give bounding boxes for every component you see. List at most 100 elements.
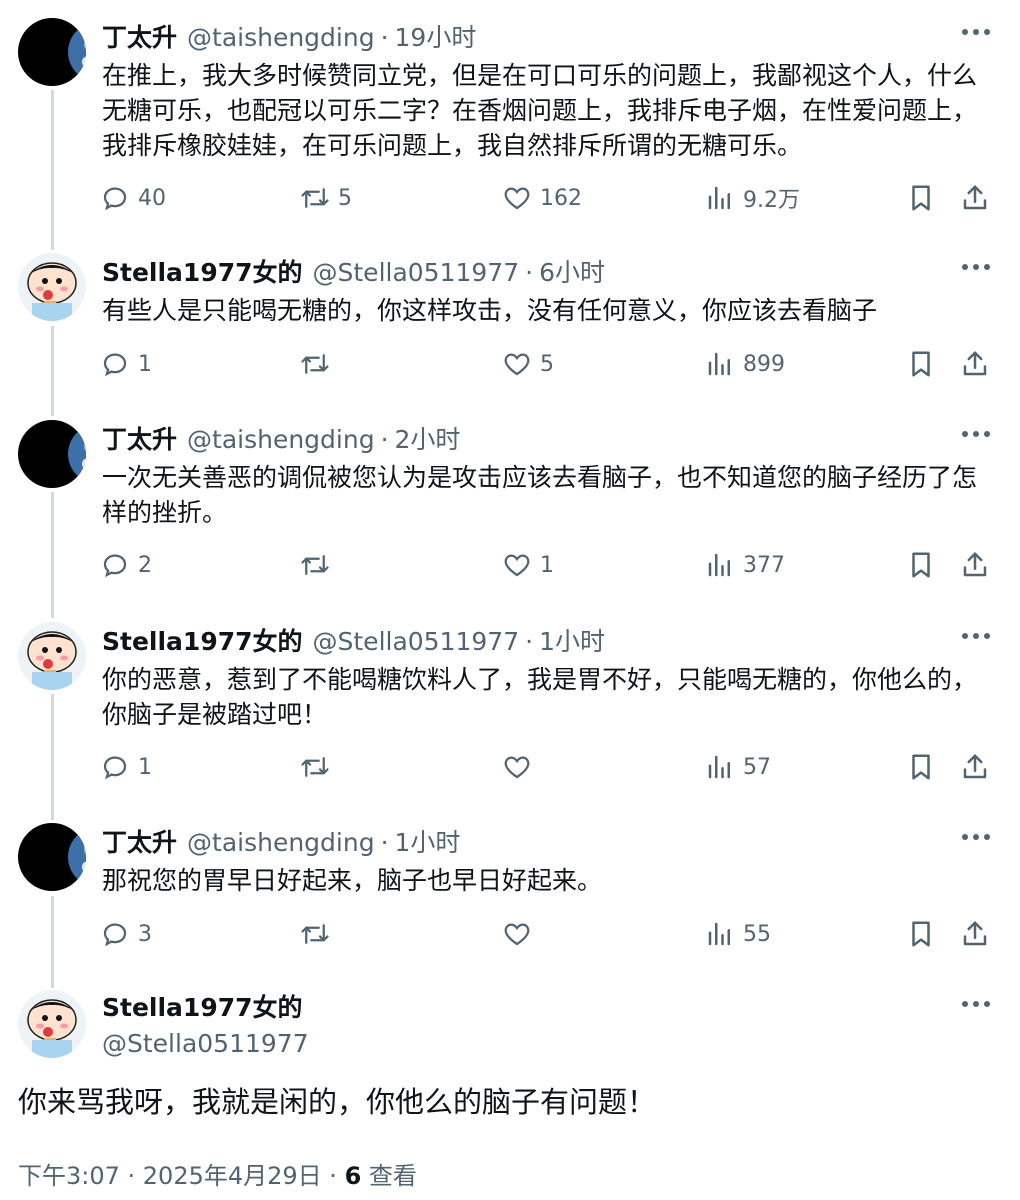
bookmark-button[interactable] (906, 545, 936, 585)
like-button[interactable] (502, 914, 540, 954)
retweet-icon (301, 188, 329, 208)
separator-dot: · (380, 425, 389, 454)
views-count: 57 (743, 754, 771, 780)
retweet-button[interactable] (300, 747, 338, 787)
author-handle[interactable]: @taishengding (187, 23, 375, 52)
views-count: 55 (743, 921, 771, 947)
author-name[interactable]: 丁太升 (102, 420, 177, 456)
reply-button[interactable]: 2 (100, 545, 152, 585)
like-button[interactable]: 162 (502, 178, 582, 218)
tweet[interactable]: 丁太升 @taishengding · 1小时 那祝您的胃早日好起来，脑子也早日… (0, 823, 1020, 963)
share-icon (963, 552, 987, 577)
more-icon[interactable] (962, 833, 990, 841)
tweet-text: 你的恶意，惹到了不能喝糖饮料人了，我是胃不好，只能喝无糖的，你他么的，你脑子是被… (102, 665, 978, 729)
avatar[interactable] (18, 253, 86, 321)
main-tweet: Stella1977女的 @Stella0511977 你来骂我呀，我就是闲的，… (0, 990, 1020, 1200)
tweet[interactable]: 丁太升 @taishengding · 19小时 在推上，我大多时候赞同立党，但… (0, 18, 1020, 218)
share-button[interactable] (960, 914, 990, 954)
share-icon (963, 351, 987, 376)
avatar[interactable] (18, 622, 86, 690)
bookmark-button[interactable] (906, 914, 936, 954)
bookmark-icon (912, 185, 930, 211)
share-button[interactable] (960, 545, 990, 585)
tweet-time[interactable]: 6小时 (539, 253, 605, 289)
author-handle[interactable]: @Stella0511977 (313, 258, 520, 287)
views-button[interactable]: 899 (705, 344, 785, 384)
retweet-icon (301, 354, 329, 374)
like-button[interactable] (502, 747, 540, 787)
author-handle[interactable]: @Stella0511977 (102, 1026, 309, 1062)
view-label: 查看 (361, 1162, 417, 1190)
reply-icon (103, 756, 127, 780)
view-count: 6 (344, 1162, 362, 1190)
more-icon[interactable] (962, 632, 990, 640)
author-handle[interactable]: @taishengding (187, 828, 375, 857)
reply-button[interactable]: 1 (100, 747, 152, 787)
like-icon (504, 756, 530, 779)
author-name[interactable]: Stella1977女的 (102, 253, 303, 289)
retweet-icon (301, 555, 329, 575)
author-name[interactable]: 丁太升 (102, 18, 177, 54)
bookmark-icon (912, 552, 930, 578)
reply-icon (103, 923, 127, 947)
retweet-icon (301, 757, 329, 777)
retweet-button[interactable]: 5 (300, 178, 352, 218)
share-button[interactable] (960, 747, 990, 787)
views-button[interactable]: 9.2万 (705, 178, 800, 218)
separator-dot: · (380, 23, 389, 52)
like-icon (504, 187, 530, 210)
like-icon (504, 353, 530, 376)
bookmark-button[interactable] (906, 178, 936, 218)
retweet-button[interactable] (300, 344, 338, 384)
tweet-time[interactable]: 1小时 (395, 823, 461, 859)
more-icon[interactable] (962, 1000, 990, 1008)
tweet[interactable]: 丁太升 @taishengding · 2小时 一次无关善恶的调侃被您认为是攻击… (0, 420, 1020, 600)
share-button[interactable] (960, 178, 990, 218)
tweet[interactable]: Stella1977女的 @Stella0511977 · 1小时 你的恶意，惹… (0, 622, 1020, 802)
like-icon (504, 554, 530, 577)
views-button[interactable]: 55 (705, 914, 771, 954)
reply-button[interactable]: 3 (100, 914, 152, 954)
author-name[interactable]: 丁太升 (102, 823, 177, 859)
author-name[interactable]: Stella1977女的 (102, 990, 309, 1026)
reply-button[interactable]: 40 (100, 178, 166, 218)
more-icon[interactable] (962, 263, 990, 271)
tweet-time[interactable]: 19小时 (395, 18, 477, 54)
author-handle[interactable]: @Stella0511977 (313, 627, 520, 656)
tweet-header: 丁太升 @taishengding · 2小时 (102, 420, 460, 456)
tweet-actions: 40 5 162 9.2万 (100, 178, 992, 218)
tweet-time[interactable]: 1小时 (539, 622, 605, 658)
avatar[interactable] (18, 990, 86, 1058)
avatar[interactable] (18, 823, 86, 891)
reply-count: 1 (138, 351, 152, 377)
like-button[interactable]: 5 (502, 344, 554, 384)
author-name[interactable]: Stella1977女的 (102, 622, 303, 658)
tweet-actions: 1 57 (100, 747, 992, 787)
share-button[interactable] (960, 344, 990, 384)
avatar[interactable] (18, 18, 86, 86)
bookmark-button[interactable] (906, 344, 936, 384)
like-icon (504, 923, 530, 946)
reply-count: 40 (138, 185, 166, 211)
reply-button[interactable]: 1 (100, 344, 152, 384)
tweet-actions: 2 1 377 (100, 545, 992, 585)
avatar[interactable] (18, 420, 86, 488)
views-button[interactable]: 377 (705, 545, 785, 585)
retweet-button[interactable] (300, 545, 338, 585)
tweet-time[interactable]: 2小时 (395, 420, 461, 456)
author-handle[interactable]: @taishengding (187, 425, 375, 454)
reply-icon (103, 353, 127, 377)
bookmark-icon (912, 921, 930, 947)
retweet-icon (301, 924, 329, 944)
bookmark-button[interactable] (906, 747, 936, 787)
more-icon[interactable] (962, 28, 990, 36)
tweet[interactable]: Stella1977女的 @Stella0511977 · 6小时 有些人是只能… (0, 253, 1020, 393)
tweet-actions: 1 5 899 (100, 344, 992, 384)
retweet-button[interactable] (300, 914, 338, 954)
views-button[interactable]: 57 (705, 747, 771, 787)
tweet-timestamp[interactable]: 下午3:07 · 2025年4月29日 · (18, 1162, 345, 1190)
views-icon (708, 352, 730, 376)
more-icon[interactable] (962, 430, 990, 438)
like-button[interactable]: 1 (502, 545, 554, 585)
bookmark-icon (912, 351, 930, 377)
